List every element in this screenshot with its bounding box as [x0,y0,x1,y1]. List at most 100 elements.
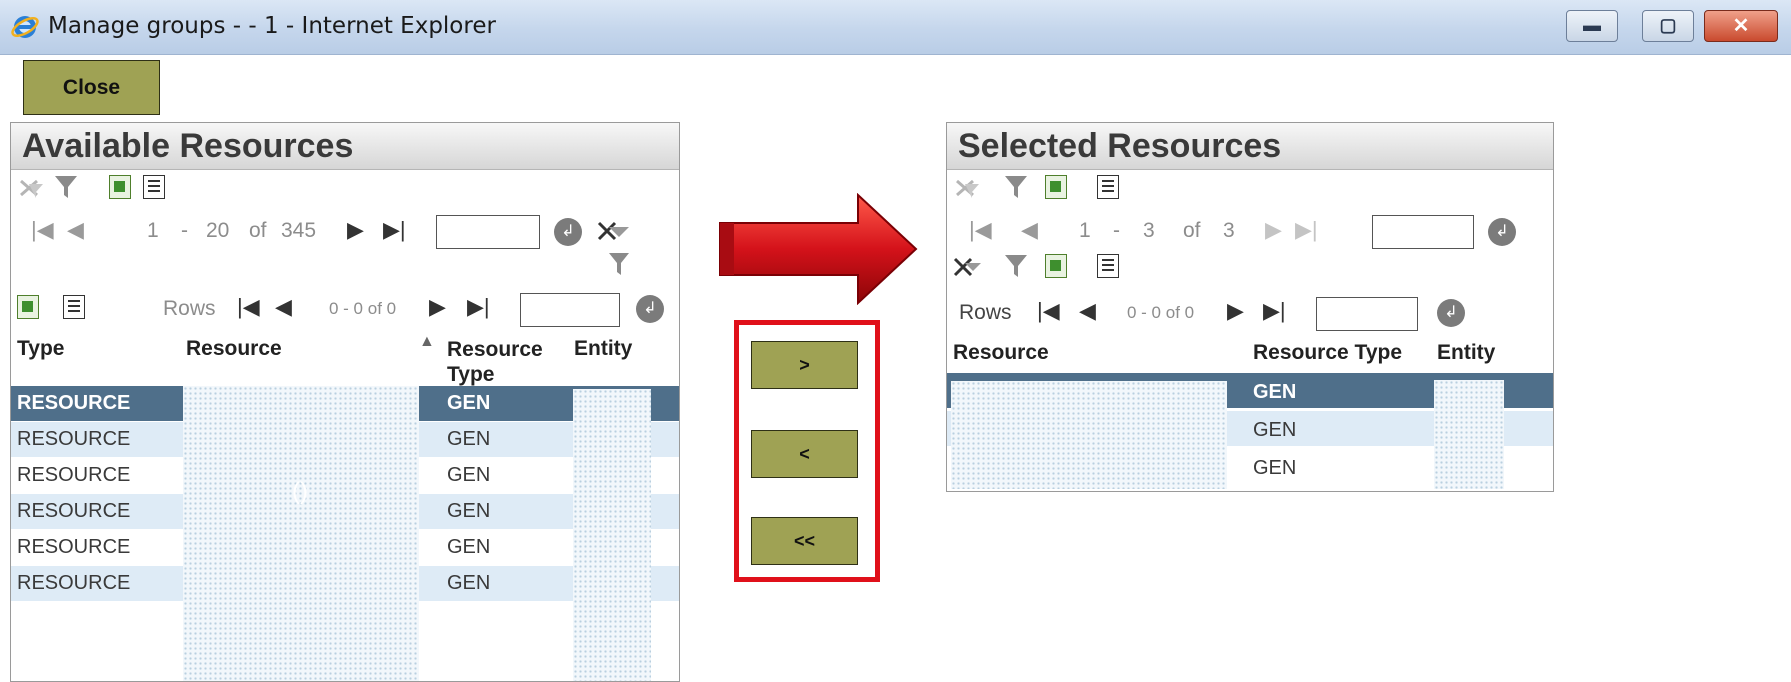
pager-last: 3 [1143,219,1155,242]
excel-export-icon[interactable] [109,175,131,199]
available-resources-panel: Available Resources |◀ ◀ 1 - 20 of 345 ▶… [10,122,680,682]
first-page-icon[interactable]: |◀ [237,293,260,321]
row-type: RESOURCE [17,392,131,414]
remove-all-button[interactable]: << [751,517,858,565]
pager-first: 1 [1079,219,1091,242]
row-type: RESOURCE [17,572,131,594]
pager-of: of [249,219,267,242]
column-chooser-icon[interactable] [63,295,85,319]
row-type: RESOURCE [17,464,131,486]
excel-export-icon[interactable] [1045,175,1067,199]
filter-icon[interactable] [1003,173,1029,201]
col-resource[interactable]: Resource [953,341,1049,365]
pager-dash: - [1113,219,1120,242]
next-page-icon[interactable]: ▶ [1227,297,1244,325]
row-resource-type: GEN [447,500,491,522]
row-resource-type: GEN [1253,381,1297,403]
prev-page-icon[interactable]: ◀ [67,216,84,244]
page-number-input[interactable] [1372,215,1474,249]
prev-page-icon[interactable]: ◀ [275,293,292,321]
last-page-icon[interactable]: ▶| [383,216,406,244]
rows-input[interactable] [520,293,620,327]
go-icon[interactable]: ↲ [554,218,582,246]
pager-total: 3 [1223,219,1235,242]
page-number-input[interactable] [436,215,540,249]
col-type[interactable]: Type [17,337,64,361]
entity-column-masked [1434,380,1504,489]
clear-filter-icon[interactable] [595,217,633,279]
go-icon[interactable]: ↲ [1437,299,1465,327]
column-chooser-icon[interactable] [1097,175,1119,199]
row-resource-type: GEN [447,464,491,486]
rows-range: 0 - 0 of 0 [1127,303,1195,322]
row-type: RESOURCE [17,536,131,558]
row-resource-type: GEN [447,392,491,414]
window-title: Manage groups - - 1 - Internet Explorer [48,13,496,39]
col-entity[interactable]: Entity [574,337,632,361]
row-type: RESOURCE [17,428,131,450]
clear-filter-icon[interactable] [951,253,983,281]
entity-column-masked [573,389,651,681]
available-resources-header: Available Resources [11,123,679,170]
col-entity[interactable]: Entity [1437,341,1495,365]
rows-label: Rows [959,301,1012,324]
col-resource-type[interactable]: Resource Type [1253,341,1402,365]
resource-column-masked [183,386,419,681]
pager-dash: - [181,219,188,242]
clear-filter-icon[interactable] [953,175,981,201]
col-resource[interactable]: Resource [186,337,282,361]
first-page-icon[interactable]: |◀ [969,216,992,244]
row-resource-type: GEN [1253,457,1297,479]
last-page-icon[interactable]: ▶| [1295,216,1318,244]
pager-total: 345 [281,219,317,242]
maximize-icon: ▢ [1659,15,1677,35]
available-resources-title: Available Resources [22,127,354,165]
rows-label: Rows [163,297,216,320]
column-chooser-icon[interactable] [143,175,165,199]
prev-page-icon[interactable]: ◀ [1021,216,1038,244]
next-page-icon[interactable]: ▶ [347,216,364,244]
rows-range: 0 - 0 of 0 [329,299,397,318]
pager-first: 1 [147,219,159,242]
ie-logo-icon [11,16,39,38]
last-page-icon[interactable]: ▶| [1263,297,1286,325]
selected-resources-panel: Selected Resources |◀ ◀ 1 - 3 of 3 ▶ ▶| … [946,122,1554,492]
pager-of: of [1183,219,1201,242]
first-page-icon[interactable]: |◀ [1037,297,1060,325]
window-titlebar: Manage groups - - 1 - Internet Explorer … [0,0,1791,55]
row-resource-type: GEN [447,428,491,450]
row-resource-type: GEN [447,572,491,594]
window-close-button[interactable]: ✕ [1704,10,1778,42]
go-icon[interactable]: ↲ [1488,218,1516,246]
minimize-icon: ▬ [1583,15,1601,35]
first-page-icon[interactable]: |◀ [31,216,54,244]
last-page-icon[interactable]: ▶| [467,293,490,321]
selected-resources-title: Selected Resources [958,127,1282,165]
add-selected-button[interactable]: > [751,341,858,389]
selected-resources-header: Selected Resources [947,123,1553,170]
close-icon: ✕ [1732,15,1750,37]
right-arrow-icon [719,193,918,305]
filter-icon[interactable] [1003,252,1029,280]
minimize-button[interactable]: ▬ [1566,10,1618,42]
resource-cell-value: () [292,478,308,505]
go-icon[interactable]: ↲ [636,295,664,323]
maximize-button[interactable]: ▢ [1642,10,1694,42]
remove-selected-button[interactable]: < [751,430,858,478]
next-page-icon[interactable]: ▶ [1265,216,1282,244]
clear-filter-icon[interactable] [17,175,45,201]
col-resource-type[interactable]: Resource Type [447,337,557,387]
sort-asc-icon: ▲ [419,333,435,350]
row-resource-type: GEN [447,536,491,558]
row-resource-type: GEN [1253,419,1297,441]
pager-last: 20 [206,219,230,242]
row-type: RESOURCE [17,500,131,522]
close-button[interactable]: Close [23,60,160,115]
rows-input[interactable] [1316,297,1418,331]
filter-icon[interactable] [53,173,79,201]
prev-page-icon[interactable]: ◀ [1079,297,1096,325]
column-chooser-icon[interactable] [1097,254,1119,278]
excel-export-icon[interactable] [17,295,39,319]
excel-export-icon[interactable] [1045,254,1067,278]
next-page-icon[interactable]: ▶ [429,293,446,321]
